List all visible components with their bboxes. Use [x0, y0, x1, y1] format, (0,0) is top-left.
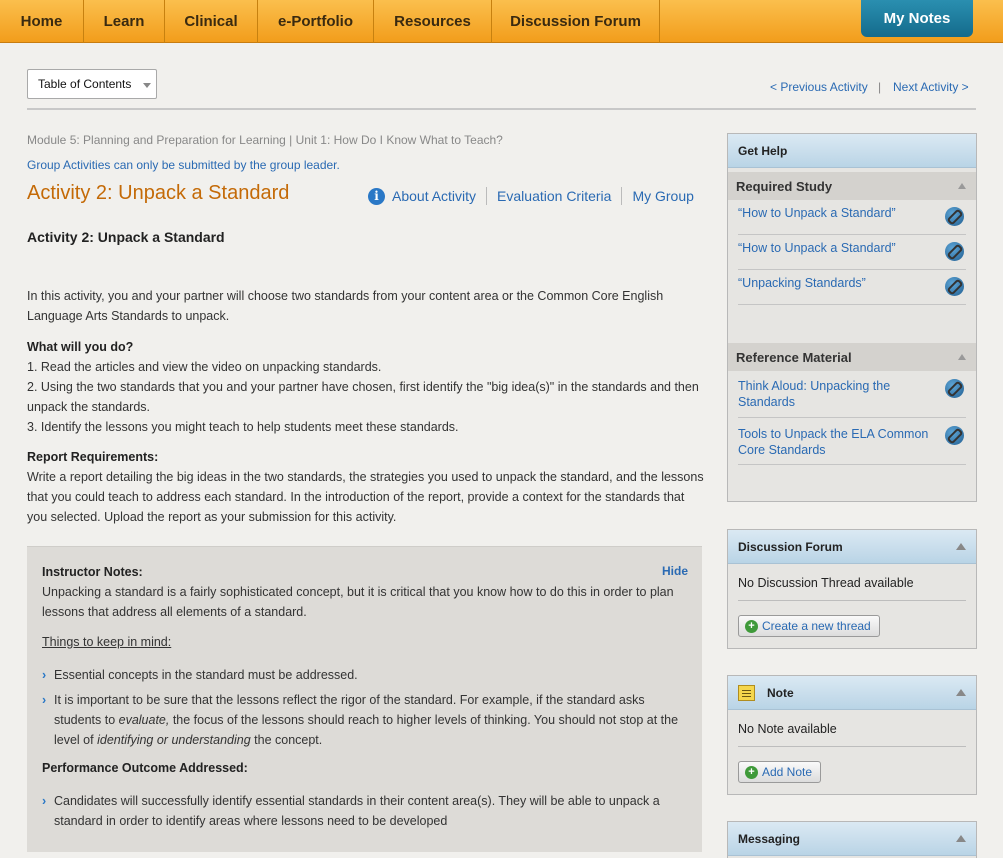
- nav-clinical[interactable]: Clinical: [165, 0, 258, 43]
- link-icon: [945, 242, 964, 261]
- breadcrumb: Module 5: Planning and Preparation for L…: [27, 133, 503, 147]
- get-help-heading: Get Help: [728, 134, 976, 168]
- no-thread-text: No Discussion Thread available: [738, 576, 914, 590]
- link-separator: [621, 187, 623, 205]
- chevron-right-icon: ›: [42, 668, 47, 682]
- about-activity-link[interactable]: About Activity: [392, 188, 476, 204]
- list-item[interactable]: Think Aloud: Unpacking the Standards: [738, 371, 966, 418]
- divider: [27, 108, 976, 110]
- group-note: Group Activities can only be submitted b…: [27, 158, 340, 172]
- link-icon: [945, 207, 964, 226]
- link-icon: [945, 426, 964, 445]
- info-icon[interactable]: i: [368, 187, 385, 205]
- discussion-forum-heading: Discussion Forum: [728, 530, 976, 564]
- list-item[interactable]: “Unpacking Standards”: [738, 270, 966, 305]
- divider: [738, 746, 966, 747]
- chevron-right-icon: ›: [42, 794, 47, 808]
- what-section: What will you do? 1. Read the articles a…: [27, 337, 707, 437]
- collapse-icon[interactable]: [956, 543, 966, 550]
- top-navigation: Home Learn Clinical e-Portfolio Resource…: [0, 0, 1003, 43]
- step-2: 2. Using the two standards that you and …: [27, 380, 699, 414]
- create-thread-wrapper: + Create a new thread: [738, 615, 880, 637]
- nav-separator: |: [878, 80, 882, 94]
- note-heading: Note: [728, 676, 976, 710]
- list-item: › It is important to be sure that the le…: [42, 690, 692, 750]
- discussion-forum-panel: Discussion Forum No Discussion Thread av…: [727, 529, 977, 649]
- list-item[interactable]: “How to Unpack a Standard”: [738, 235, 966, 270]
- toc-label: Table of Contents: [38, 77, 132, 91]
- get-help-panel: Get Help Required Study “How to Unpack a…: [727, 133, 977, 502]
- collapse-icon[interactable]: [958, 183, 966, 189]
- list-item[interactable]: “How to Unpack a Standard”: [738, 200, 966, 235]
- list-item[interactable]: Tools to Unpack the ELA Common Core Stan…: [738, 418, 966, 465]
- instructor-notes-panel: Instructor Notes: Hide Unpacking a stand…: [27, 546, 702, 852]
- hide-link[interactable]: Hide: [662, 564, 688, 578]
- report-section: Report Requirements: Write a report deta…: [27, 447, 707, 527]
- list-item: › Essential concepts in the standard mus…: [42, 665, 692, 685]
- evaluation-criteria-link[interactable]: Evaluation Criteria: [497, 188, 611, 204]
- instructor-notes-heading: Instructor Notes:: [42, 565, 143, 579]
- what-heading: What will you do?: [27, 340, 134, 354]
- collapse-icon[interactable]: [956, 835, 966, 842]
- messaging-panel: Messaging: [727, 821, 977, 858]
- chevron-down-icon: [143, 83, 151, 88]
- link-icon: [945, 277, 964, 296]
- collapse-icon[interactable]: [958, 354, 966, 360]
- performance-heading: Performance Outcome Addressed:: [42, 761, 248, 775]
- step-3: 3. Identify the lessons you might teach …: [27, 420, 459, 434]
- reference-material-header[interactable]: Reference Material: [728, 343, 976, 371]
- nav-learn[interactable]: Learn: [84, 0, 165, 43]
- previous-activity-link[interactable]: < Previous Activity: [770, 80, 868, 94]
- activity-subheading: Activity 2: Unpack a Standard: [27, 229, 225, 245]
- required-study-header[interactable]: Required Study: [728, 172, 976, 200]
- instructor-notes-text: Unpacking a standard is a fairly sophist…: [42, 585, 674, 619]
- next-activity-link[interactable]: Next Activity >: [893, 80, 969, 94]
- report-text: Write a report detailing the big ideas i…: [27, 470, 704, 524]
- create-thread-button[interactable]: + Create a new thread: [738, 615, 880, 637]
- nav-home[interactable]: Home: [0, 0, 84, 43]
- divider: [738, 600, 966, 601]
- messaging-heading: Messaging: [728, 822, 976, 856]
- nav-discussion-forum[interactable]: Discussion Forum: [492, 0, 660, 43]
- chevron-right-icon: ›: [42, 693, 47, 707]
- add-note-button[interactable]: + Add Note: [738, 761, 822, 783]
- link-icon: [945, 379, 964, 398]
- link-separator: [486, 187, 488, 205]
- page-title: Activity 2: Unpack a Standard: [27, 182, 290, 204]
- note-icon: [738, 684, 755, 701]
- my-group-link[interactable]: My Group: [632, 188, 693, 204]
- step-1: 1. Read the articles and view the video …: [27, 360, 382, 374]
- plus-icon: +: [745, 765, 758, 779]
- intro-text: In this activity, you and your partner w…: [27, 289, 664, 323]
- collapse-icon[interactable]: [956, 689, 966, 696]
- add-note-wrapper: + Add Note: [738, 761, 822, 783]
- nav-resources[interactable]: Resources: [374, 0, 492, 43]
- note-panel: Note No Note available + Add Note: [727, 675, 977, 795]
- nav-eportfolio[interactable]: e-Portfolio: [258, 0, 374, 43]
- list-item: › Candidates will successfully identify …: [42, 791, 692, 831]
- activity-links: i About Activity Evaluation Criteria My …: [368, 187, 694, 205]
- no-note-text: No Note available: [738, 722, 837, 736]
- things-heading: Things to keep in mind:: [42, 635, 172, 649]
- table-of-contents-dropdown[interactable]: Table of Contents: [27, 69, 157, 99]
- plus-icon: +: [745, 619, 758, 633]
- my-notes-button[interactable]: My Notes: [861, 0, 973, 37]
- report-heading: Report Requirements:: [27, 450, 159, 464]
